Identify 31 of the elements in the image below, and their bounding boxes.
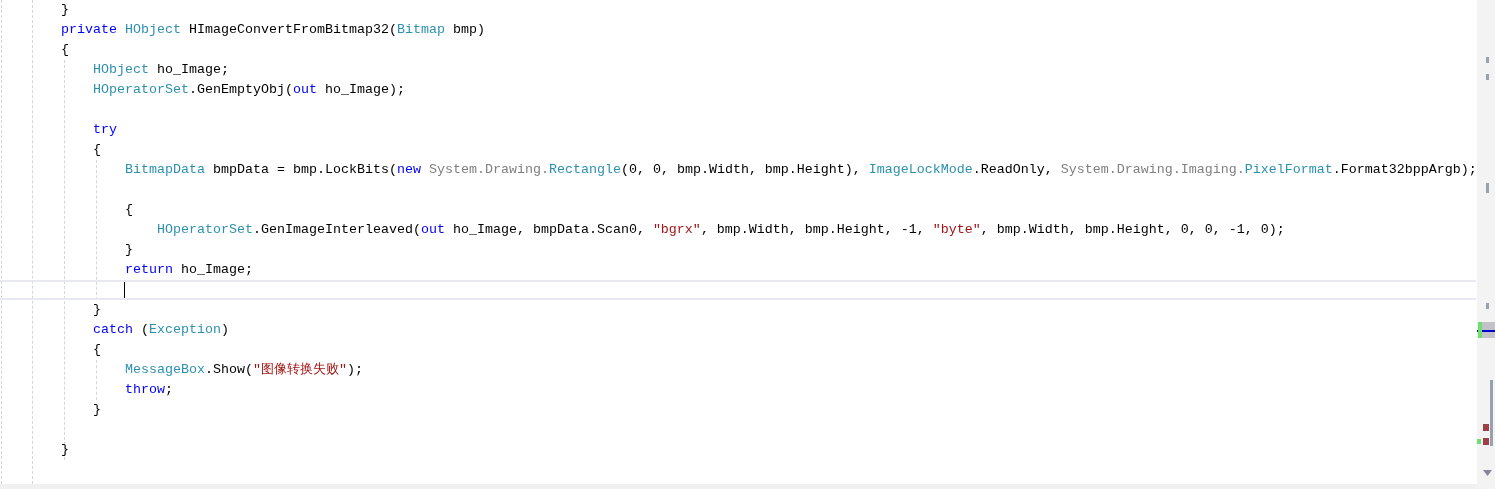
code-line: throw; (123, 381, 173, 399)
code-line: return ho_Image; (123, 261, 253, 279)
code-line: { (92, 341, 101, 359)
scroll-down-icon[interactable] (1483, 470, 1492, 476)
code-line: try (92, 121, 117, 139)
change-marker (1477, 439, 1481, 444)
scroll-marker (1486, 303, 1489, 309)
code-line: } (60, 441, 69, 459)
change-marker (1478, 322, 1482, 338)
code-line: HOperatorSet.GenImageInterleaved(out ho_Image, bmpData.Scan0, "bgrx", bmp.Width, bmp.Height, -1, "byte", bmp.Width, bmp.Height, 0, 0, -1, 0); (155, 221, 1285, 239)
code-line: { (60, 41, 69, 59)
scroll-marker (1486, 57, 1489, 63)
code-line: private HObject HImageConvertFromBitmap32(Bitmap bmp) (60, 21, 485, 39)
code-line: HObject ho_Image; (92, 61, 229, 79)
code-line: } (123, 241, 133, 259)
scroll-marker (1490, 380, 1493, 446)
error-marker (1483, 424, 1489, 431)
code-line: { (92, 141, 101, 159)
scroll-marker (1486, 74, 1489, 80)
code-line: { (123, 201, 133, 219)
code-line: MessageBox.Show("图像转换失败"); (123, 361, 363, 379)
scroll-marker (1486, 183, 1489, 193)
code-line: } (92, 401, 101, 419)
code-line: HOperatorSet.GenEmptyObj(out ho_Image); (92, 81, 405, 99)
code-line: } (92, 301, 101, 319)
text-cursor (124, 282, 125, 298)
code-line: catch (Exception) (92, 321, 229, 339)
error-marker (1483, 438, 1489, 445)
code-line: } (60, 1, 69, 19)
scrollbar[interactable] (1477, 0, 1495, 489)
code-line: BitmapData bmpData = bmp.LockBits(new System.Drawing.Rectangle(0, 0, bmp.Width, bmp.Height), ImageLockMode.ReadOnly, System.Drawing.Imaging.PixelFormat.Format32bppArgb); (123, 161, 1477, 179)
